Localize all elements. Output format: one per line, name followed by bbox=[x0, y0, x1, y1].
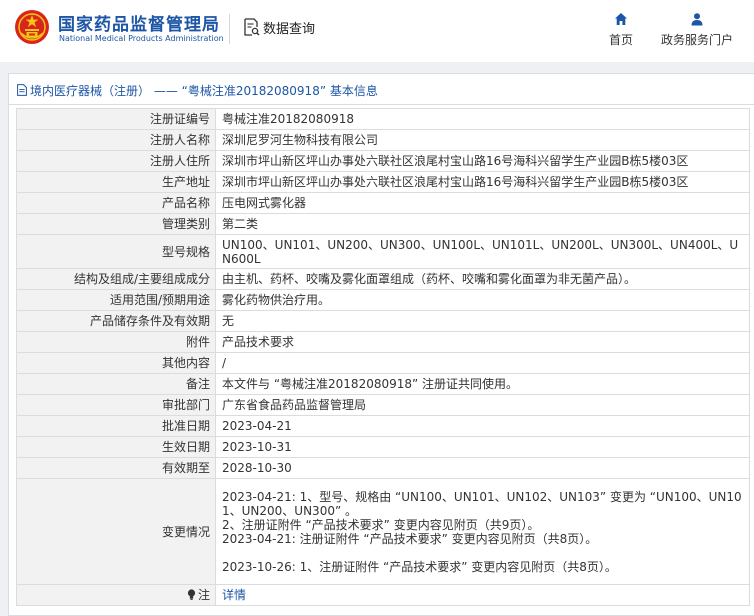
table-row: 生产地址 深圳市坪山新区坪山办事处六联社区浪尾村宝山路16号海科兴留学生产业园B… bbox=[16, 171, 750, 193]
table-row: 结构及组成/主要组成成分 由主机、药杯、咬嘴及雾化面罩组成（药杯、咬嘴和雾化面罩… bbox=[16, 268, 750, 290]
panel-title-divider bbox=[9, 104, 754, 105]
data-query-label: 数据查询 bbox=[263, 21, 316, 37]
field-label: 型号规格 bbox=[16, 234, 216, 269]
change-history-value: 2023-04-21: 1、型号、规格由 “UN100、UN101、UN102、… bbox=[215, 478, 750, 585]
table-row: 产品储存条件及有效期 无 bbox=[16, 310, 750, 332]
table-row: 审批部门 广东省食品药品监督管理局 bbox=[16, 394, 750, 416]
data-query-title: 数据查询 bbox=[244, 17, 315, 37]
field-label: 管理类别 bbox=[16, 213, 216, 235]
note-label-cell: 注 bbox=[16, 584, 216, 606]
field-label: 产品名称 bbox=[16, 192, 216, 214]
field-label: 其他内容 bbox=[16, 352, 216, 374]
nav-home-label: 首页 bbox=[608, 33, 633, 47]
field-label: 生效日期 bbox=[16, 436, 216, 458]
field-label: 变更情况 bbox=[16, 478, 216, 585]
table-row-change-history: 变更情况 2023-04-21: 1、型号、规格由 “UN100、UN101、U… bbox=[16, 478, 750, 585]
change-line: 2023-10-26: 1、注册证附件 “产品技术要求” 变更内容见附页（共8页… bbox=[222, 559, 617, 574]
table-row: 有效期至 2028-10-30 bbox=[16, 457, 750, 479]
registration-info-table: 注册证编号 粤械注准20182080918 注册人名称 深圳尼罗河生物科技有限公… bbox=[16, 108, 750, 606]
note-value: 详情 bbox=[215, 584, 750, 606]
field-value: / bbox=[215, 352, 750, 374]
change-line-blank: ​ bbox=[222, 546, 747, 560]
header-divider bbox=[229, 14, 230, 44]
change-line: 2、注册证附件 “产品技术要求” 变更内容见附页（共9页）。 bbox=[222, 517, 540, 532]
table-row: 适用范围/预期用途 雾化药物供治疗用。 bbox=[16, 289, 750, 311]
user-icon bbox=[691, 13, 703, 26]
nav-portal-label: 政务服务门户 bbox=[660, 33, 733, 47]
table-row: 生效日期 2023-10-31 bbox=[16, 436, 750, 458]
site-header: 国家药品监督管理局 National Medical Products Admi… bbox=[0, 0, 754, 62]
field-value: 产品技术要求 bbox=[215, 331, 750, 353]
change-line: 2023-04-21: 1、型号、规格由 “UN100、UN101、UN102、… bbox=[222, 489, 742, 518]
document-icon bbox=[17, 84, 27, 96]
nav-gov-service-portal[interactable]: 政务服务门户 bbox=[658, 12, 736, 48]
home-icon bbox=[615, 13, 627, 25]
field-value: 由主机、药杯、咬嘴及雾化面罩组成（药杯、咬嘴和雾化面罩为非无菌产品）。 bbox=[215, 268, 750, 290]
field-value: 深圳尼罗河生物科技有限公司 bbox=[215, 129, 750, 151]
site-brand-english: National Medical Products Administration bbox=[59, 34, 224, 43]
field-label: 结构及组成/主要组成成分 bbox=[16, 268, 216, 290]
field-value: 第二类 bbox=[215, 213, 750, 235]
table-row: 批准日期 2023-04-21 bbox=[16, 415, 750, 437]
field-value: 2023-04-21 bbox=[215, 415, 750, 437]
field-value: 粤械注准20182080918 bbox=[215, 108, 750, 130]
field-value: 广东省食品药品监督管理局 bbox=[215, 394, 750, 416]
national-emblem-icon bbox=[15, 10, 49, 44]
table-row: 附件 产品技术要求 bbox=[16, 331, 750, 353]
field-value: UN100、UN101、UN200、UN300、UN100L、UN101L、UN… bbox=[215, 234, 750, 269]
panel-title-text: 境内医疗器械（注册） —— “粤械注准20182080918” 基本信息 bbox=[30, 83, 378, 98]
table-row: 管理类别 第二类 bbox=[16, 213, 750, 235]
field-value: 深圳市坪山新区坪山办事处六联社区浪尾村宝山路16号海科兴留学生产业园B栋5楼03… bbox=[215, 171, 750, 193]
field-value: 雾化药物供治疗用。 bbox=[215, 289, 750, 311]
change-line: 2023-04-21: 注册证附件 “产品技术要求” 变更内容见附页（共8页）。 bbox=[222, 531, 598, 546]
field-label: 备注 bbox=[16, 373, 216, 395]
panel-title: 境内医疗器械（注册） —— “粤械注准20182080918” 基本信息 bbox=[17, 81, 378, 99]
field-value: 2028-10-30 bbox=[215, 457, 750, 479]
table-row: 注册人名称 深圳尼罗河生物科技有限公司 bbox=[16, 129, 750, 151]
field-label: 注册人名称 bbox=[16, 129, 216, 151]
field-value: 2023-10-31 bbox=[215, 436, 750, 458]
field-label: 附件 bbox=[16, 331, 216, 353]
field-label: 注册证编号 bbox=[16, 108, 216, 130]
table-row-note: 注 详情 bbox=[16, 584, 750, 606]
table-row: 注册人住所 深圳市坪山新区坪山办事处六联社区浪尾村宝山路16号海科兴留学生产业园… bbox=[16, 150, 750, 172]
details-link[interactable]: 详情 bbox=[222, 588, 246, 602]
field-label: 适用范围/预期用途 bbox=[16, 289, 216, 311]
table-row: 型号规格 UN100、UN101、UN200、UN300、UN100L、UN10… bbox=[16, 234, 750, 269]
lightbulb-icon bbox=[187, 589, 196, 600]
note-label: 注 bbox=[197, 588, 210, 602]
field-value: 压电网式雾化器 bbox=[215, 192, 750, 214]
table-row: 产品名称 压电网式雾化器 bbox=[16, 192, 750, 214]
field-label: 注册人住所 bbox=[16, 150, 216, 172]
table-row: 其他内容 / bbox=[16, 352, 750, 374]
field-value: 无 bbox=[215, 310, 750, 332]
document-search-icon bbox=[244, 18, 260, 36]
field-value: 深圳市坪山新区坪山办事处六联社区浪尾村宝山路16号海科兴留学生产业园B栋5楼03… bbox=[215, 150, 750, 172]
field-label: 有效期至 bbox=[16, 457, 216, 479]
table-row: 备注 本文件与 “粤械注准20182080918” 注册证共同使用。 bbox=[16, 373, 750, 395]
field-label: 批准日期 bbox=[16, 415, 216, 437]
table-row: 注册证编号 粤械注准20182080918 bbox=[16, 108, 750, 130]
nav-home[interactable]: 首页 bbox=[605, 12, 637, 48]
field-label: 审批部门 bbox=[16, 394, 216, 416]
field-label: 生产地址 bbox=[16, 171, 216, 193]
field-value: 本文件与 “粤械注准20182080918” 注册证共同使用。 bbox=[215, 373, 750, 395]
field-label: 产品储存条件及有效期 bbox=[16, 310, 216, 332]
site-brand-name[interactable]: 国家药品监督管理局 bbox=[58, 10, 220, 35]
